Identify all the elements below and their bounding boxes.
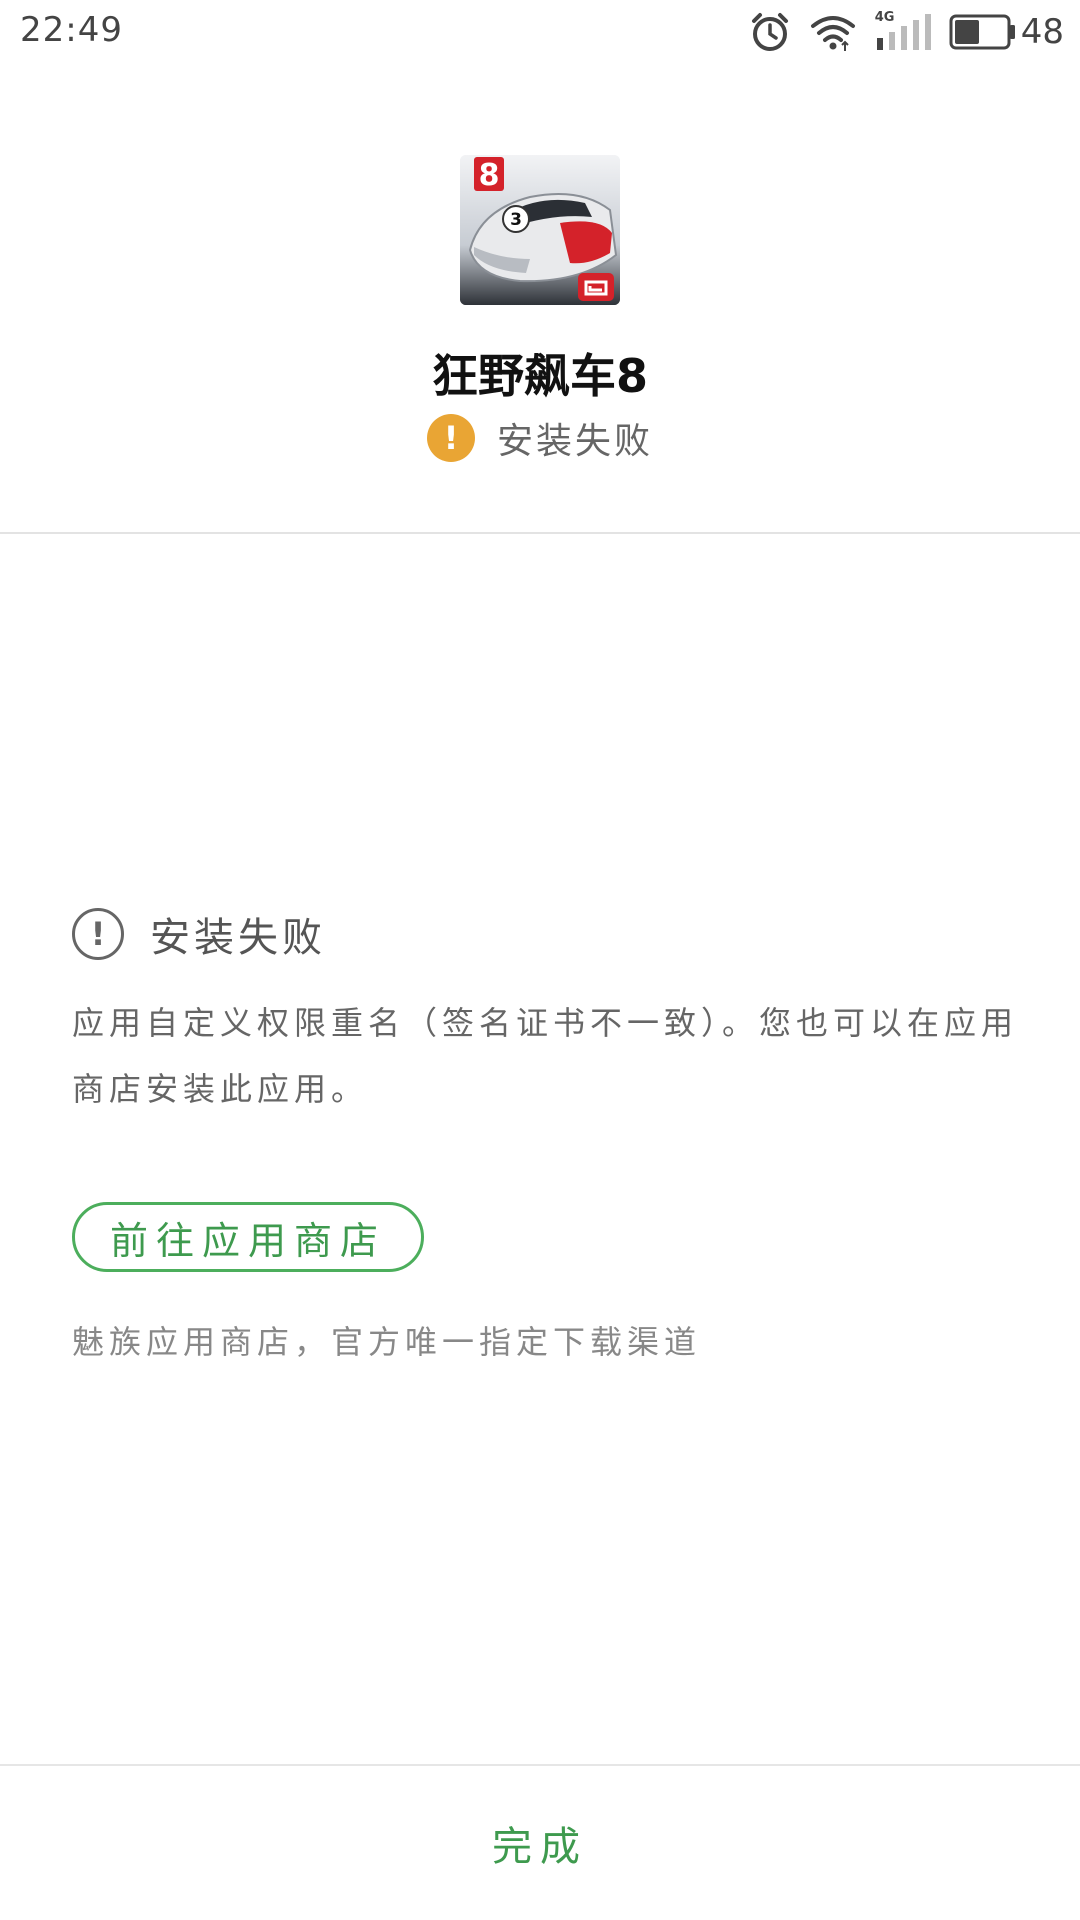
status-bar: 22:49 4G 48	[0, 0, 1080, 64]
error-title: 安装失败	[150, 915, 326, 961]
done-button[interactable]: 完成	[0, 1766, 1080, 1920]
alarm-icon	[751, 13, 788, 51]
battery-icon	[949, 14, 1015, 50]
signal-group: 4G	[875, 10, 931, 54]
status-time: 22:49	[20, 10, 123, 50]
app-name: 狂野飙车8	[431, 349, 648, 403]
info-exclamation-icon: !	[72, 908, 124, 960]
signal-icon	[876, 14, 931, 50]
header-divider	[0, 532, 1080, 534]
status-icons: 4G 48	[749, 8, 1064, 56]
install-result-screen: 22:49 4G 48 3 8 狂野飙车8 ! 安装失败 ! 安装失败 应用自定…	[0, 0, 1080, 1920]
asphalt-8-app-icon: 3 8	[460, 155, 620, 305]
install-status: ! 安装失败	[0, 412, 1080, 464]
app-icon: 3 8	[460, 155, 620, 305]
wifi-icon	[810, 16, 855, 51]
error-title-row: ! 安装失败	[72, 905, 326, 963]
error-message: 应用自定义权限重名（签名证书不一致）。您也可以在应用商店安装此应用。	[72, 1004, 1019, 1108]
app-icon-badge: 8	[479, 158, 500, 193]
battery-fill	[954, 20, 979, 44]
store-note: 魅族应用商店，官方唯一指定下载渠道	[72, 1323, 702, 1361]
svg-text:3: 3	[510, 210, 522, 230]
battery-percent: 48	[1020, 12, 1064, 52]
battery-group: 48	[949, 12, 1064, 52]
warning-icon: !	[426, 414, 475, 462]
install-status-label: 安装失败	[496, 421, 653, 462]
go-to-app-store-button[interactable]: 前往应用商店	[72, 1202, 424, 1272]
